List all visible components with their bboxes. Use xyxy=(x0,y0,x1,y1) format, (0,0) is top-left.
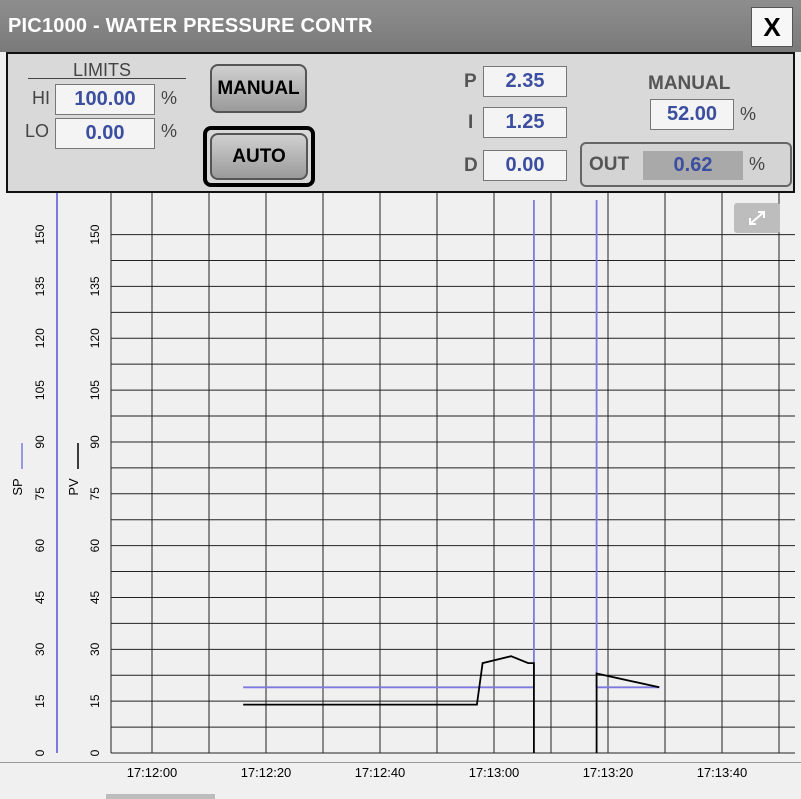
hi-label: HI xyxy=(32,88,50,108)
limits-divider xyxy=(28,78,186,79)
sp-axis-tick-label: 105 xyxy=(33,380,47,400)
lo-limit-field[interactable]: 0.00 xyxy=(55,118,155,149)
sp-axis-tick-label: 135 xyxy=(33,276,47,296)
p-gain-field[interactable]: 2.35 xyxy=(483,66,567,97)
hi-limit-field[interactable]: 100.00 xyxy=(55,84,155,115)
time-tick-label: 17:12:20 xyxy=(240,765,292,780)
sp-axis-tick-label: 75 xyxy=(33,487,47,501)
trend-chart-svg: 0 0 15 15 30 30 45 45 60 60 75 75 90 90 105 105 120 120 13… xyxy=(10,193,795,756)
d-gain-field[interactable]: 0.00 xyxy=(483,150,567,181)
trend-chart[interactable]: 0 0 15 15 30 30 45 45 60 60 75 75 90 90 105 105 120 120 13… xyxy=(6,193,795,762)
out-label: OUT xyxy=(589,154,630,175)
sp-axis-tick-label: 90 xyxy=(33,435,47,449)
time-tick-label: 17:13:20 xyxy=(582,765,634,780)
pv-axis-label: PV xyxy=(66,478,81,496)
pv-axis-tick-label: 150 xyxy=(88,224,102,244)
p-label: P xyxy=(464,71,477,92)
pv-axis-tick-label: 60 xyxy=(88,539,102,553)
out-value: 0.62 xyxy=(643,151,743,180)
lo-unit: % xyxy=(161,121,178,141)
hi-unit: % xyxy=(161,88,178,108)
manual-output-field[interactable]: 52.00 xyxy=(650,99,734,130)
sp-axis-tick-label: 120 xyxy=(33,328,47,348)
sp-axis-tick-label: 15 xyxy=(33,694,47,708)
scrollbar-thumb[interactable] xyxy=(106,794,215,799)
pv-axis-tick-label: 30 xyxy=(88,642,102,656)
manual-mode-button[interactable]: MANUAL xyxy=(210,64,307,113)
i-label: I xyxy=(468,112,474,133)
time-tick-label: 17:13:00 xyxy=(468,765,520,780)
sp-axis-tick-label: 45 xyxy=(33,590,47,604)
lo-label: LO xyxy=(25,121,50,141)
expand-icon xyxy=(749,211,765,225)
controller-panel: LIMITS HI 100.00 % LO 0.00 % MANUAL AUTO… xyxy=(6,52,795,193)
sp-axis-tick-label: 60 xyxy=(33,539,47,553)
series-sp-line xyxy=(595,200,660,689)
sp-axis-tick-label: 30 xyxy=(33,642,47,656)
sp-axis-tick-label: 150 xyxy=(33,224,47,244)
pv-axis-tick-label: 0 xyxy=(88,749,102,756)
d-label: D xyxy=(464,155,478,176)
time-tick-label: 17:12:00 xyxy=(126,765,178,780)
time-tick-label: 17:12:40 xyxy=(354,765,406,780)
manual-unit: % xyxy=(740,104,757,124)
sp-axis-label: SP xyxy=(10,478,25,495)
pv-axis-tick-label: 75 xyxy=(88,487,102,501)
series-pv-line xyxy=(243,655,535,753)
series-pv-line xyxy=(595,672,660,753)
time-tick-label: 17:13:40 xyxy=(696,765,748,780)
close-button[interactable]: X xyxy=(751,7,793,47)
pv-axis-tick-label: 135 xyxy=(88,276,102,296)
pv-axis-tick-label: 90 xyxy=(88,435,102,449)
window-title: PIC1000 - WATER PRESSURE CONTR xyxy=(8,15,373,37)
i-gain-field[interactable]: 1.25 xyxy=(483,107,567,138)
out-unit: % xyxy=(749,154,766,174)
pv-axis-tick-label: 105 xyxy=(88,380,102,400)
expand-chart-button[interactable] xyxy=(734,203,780,233)
sp-axis-tick-label: 0 xyxy=(33,749,47,756)
pv-axis-tick-label: 15 xyxy=(88,694,102,708)
series-sp-line xyxy=(243,200,535,689)
manual-output-label: MANUAL xyxy=(648,73,731,94)
time-axis-line xyxy=(0,762,801,763)
auto-mode-button[interactable]: AUTO xyxy=(210,133,308,180)
pv-axis-tick-label: 120 xyxy=(88,328,102,348)
pv-axis-tick-label: 45 xyxy=(88,590,102,604)
out-box: OUT 0.62 % xyxy=(580,142,792,187)
title-bar: PIC1000 - WATER PRESSURE CONTR X xyxy=(0,0,801,52)
